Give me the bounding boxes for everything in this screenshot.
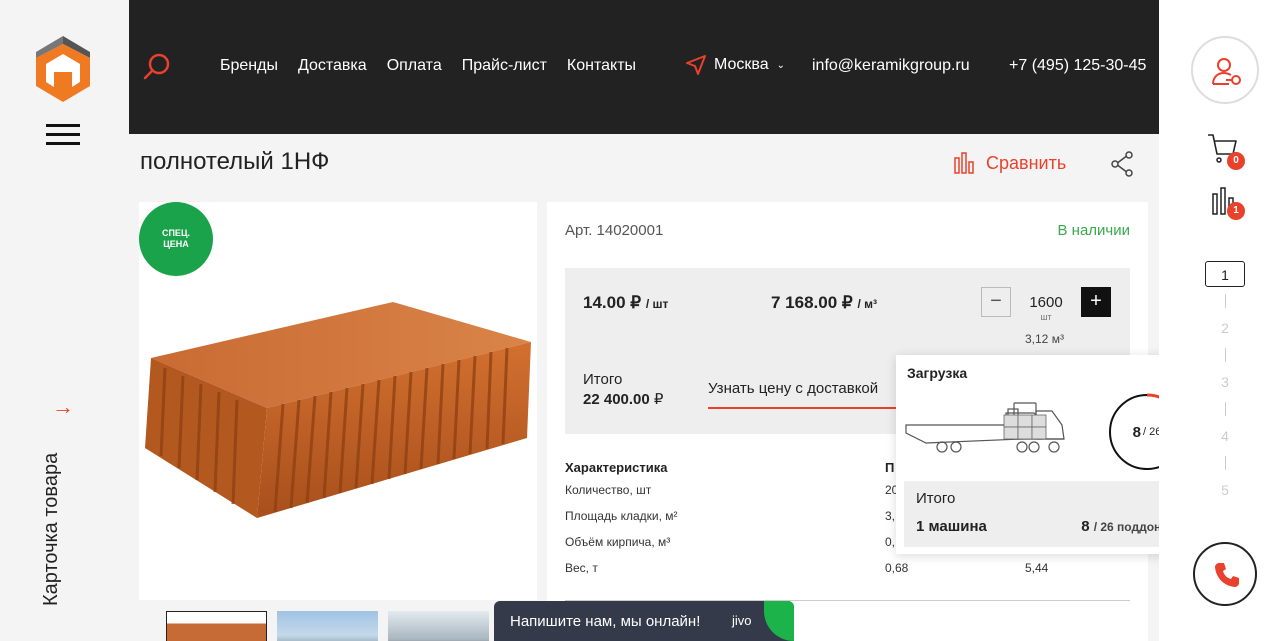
thumbnail-strip <box>166 611 489 641</box>
price-m3-value: 7 168.00 ₽ <box>771 293 853 312</box>
step-item[interactable]: 1 <box>1205 261 1245 287</box>
page-title: полнотелый 1НФ <box>140 148 330 175</box>
step-divider <box>1224 456 1226 470</box>
compare-count-badge: 1 <box>1227 202 1245 220</box>
header-email[interactable]: info@keramikgroup.ru <box>812 57 970 75</box>
nav-payment[interactable]: Оплата <box>387 57 442 75</box>
chat-text: Напишите нам, мы онлайн! <box>510 613 701 630</box>
chat-status-indicator <box>764 601 794 641</box>
characteristics-header-col2: П <box>885 460 895 475</box>
loading-sum-label: Итого <box>916 490 956 507</box>
badge-line2: ЦЕНА <box>163 239 189 249</box>
main-nav: Бренды Доставка Оплата Прайс-лист Контак… <box>220 57 656 75</box>
nav-contacts[interactable]: Контакты <box>567 57 636 75</box>
step-item[interactable]: 2 <box>1205 315 1245 341</box>
thumbnail[interactable] <box>277 611 378 641</box>
product-image[interactable] <box>143 298 535 520</box>
right-rail: 0 1 1 2 3 4 5 <box>1159 0 1286 641</box>
row-name: Вес, т <box>565 561 598 575</box>
price-per-piece: 14.00 ₽ / шт <box>583 293 668 313</box>
search-icon[interactable] <box>143 52 171 80</box>
left-rail: → Карточка товара <box>0 0 128 641</box>
page: → Карточка товара Бренды Доставка Оплата… <box>0 0 1286 641</box>
step-divider <box>1224 294 1226 308</box>
menu-icon[interactable] <box>46 124 80 154</box>
truck-icon <box>905 402 1065 453</box>
price-per-m3: 7 168.00 ₽ / м³ <box>771 293 877 313</box>
location-arrow-icon <box>686 55 706 75</box>
step-indicator: 1 2 3 4 5 <box>1205 261 1245 503</box>
stock-status: В наличии <box>1057 222 1130 239</box>
row-value: 0, <box>885 535 896 549</box>
city-selector[interactable]: Москва ⌄ <box>686 55 785 75</box>
compare-button[interactable]: Сравнить <box>954 152 1066 174</box>
total-currency: ₽ <box>653 391 664 408</box>
section-label: Карточка товара <box>40 452 62 606</box>
loading-machines: 1 машина <box>916 518 987 535</box>
user-button[interactable] <box>1191 36 1259 104</box>
row-value: 3, <box>885 509 896 523</box>
loading-summary: Итого 1 машина 8 / 26 поддонов <box>904 481 1186 547</box>
nav-pricelist[interactable]: Прайс-лист <box>462 57 547 75</box>
row-value-2: 5,44 <box>1025 561 1049 575</box>
quantity-volume: 3,12 м³ <box>1025 332 1064 346</box>
logo[interactable] <box>36 36 90 104</box>
header: Бренды Доставка Оплата Прайс-лист Контак… <box>129 0 1159 134</box>
compare-icon <box>954 152 974 174</box>
row-value: 0,68 <box>885 561 909 575</box>
total-label: Итого <box>583 371 623 388</box>
phone-icon <box>1215 563 1239 587</box>
table-row: Вес, т 0,68 5,44 <box>565 561 1130 587</box>
loading-popup: Загрузка 8/ 26 Итого 1 машина 8 / 26 под… <box>896 355 1196 554</box>
city-name: Москва <box>714 56 769 73</box>
header-phone[interactable]: +7 (495) 125-30-45 <box>1009 57 1146 75</box>
thumbnail[interactable] <box>166 611 267 641</box>
chevron-down-icon: ⌄ <box>776 59 786 71</box>
pallets-count: 8 <box>1081 518 1090 535</box>
thumbnail[interactable] <box>388 611 489 641</box>
share-icon[interactable] <box>1110 151 1134 177</box>
price-piece-value: 14.00 ₽ <box>583 293 642 312</box>
call-button[interactable] <box>1193 542 1257 606</box>
quantity-unit: шт <box>1040 312 1052 322</box>
chat-widget[interactable]: Напишите нам, мы онлайн! jivo <box>494 601 794 641</box>
total-amount: 22 400.00 <box>583 391 650 408</box>
nav-delivery[interactable]: Доставка <box>298 57 367 75</box>
product-image-card: СПЕЦ. ЦЕНА <box>139 202 537 600</box>
special-price-badge: СПЕЦ. ЦЕНА <box>139 202 213 276</box>
delivery-price-link[interactable]: Узнать цену с доставкой <box>708 380 908 409</box>
nav-brands[interactable]: Бренды <box>220 57 278 75</box>
price-piece-unit: / шт <box>645 297 669 311</box>
compare-label: Сравнить <box>986 152 1067 173</box>
step-divider <box>1224 402 1226 416</box>
cart-count-badge: 0 <box>1227 152 1245 170</box>
chat-brand: jivo <box>732 613 752 628</box>
price-m3-unit: / м³ <box>857 297 877 311</box>
quantity-plus-button[interactable]: + <box>1081 287 1111 317</box>
total-value: 22 400.00 ₽ <box>583 390 663 408</box>
loading-current: 8 <box>1132 423 1141 441</box>
step-item[interactable]: 4 <box>1205 423 1245 449</box>
row-name: Площадь кладки, м² <box>565 509 678 523</box>
step-divider <box>1224 348 1226 362</box>
user-key-icon <box>1212 58 1241 85</box>
step-item[interactable]: 3 <box>1205 369 1245 395</box>
quantity-minus-button[interactable]: − <box>981 287 1011 317</box>
row-name: Объём кирпича, м³ <box>565 535 671 549</box>
badge-line1: СПЕЦ. <box>161 228 191 238</box>
step-item[interactable]: 5 <box>1205 477 1245 503</box>
quantity-input[interactable]: 1600 <box>1021 294 1071 311</box>
article-number: Арт. 14020001 <box>565 222 664 239</box>
loading-title: Загрузка <box>907 365 968 381</box>
row-name: Количество, шт <box>565 483 652 497</box>
